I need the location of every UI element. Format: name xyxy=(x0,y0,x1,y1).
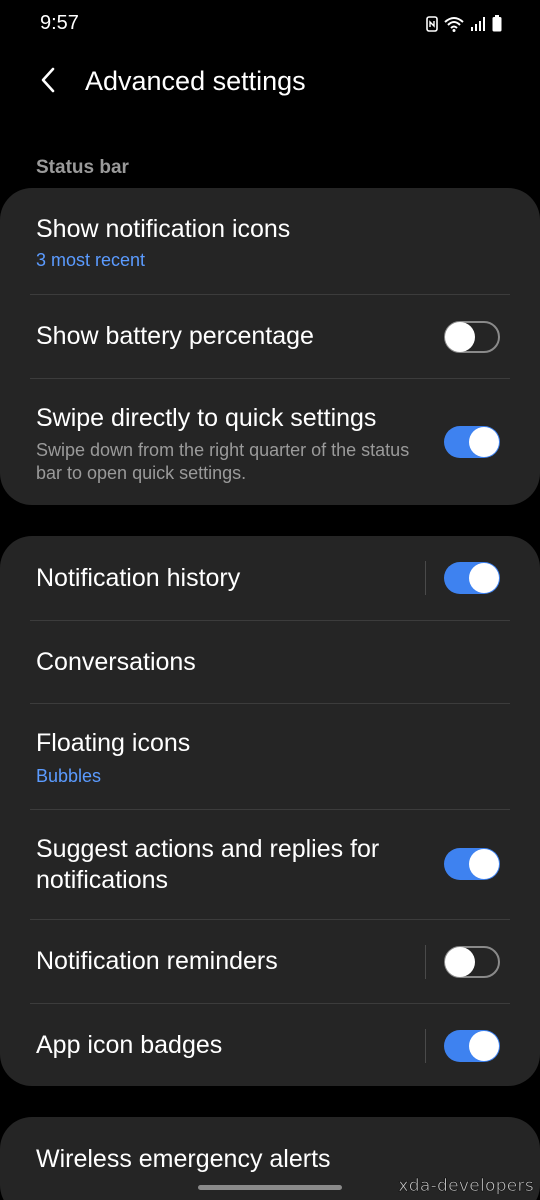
toggle-knob xyxy=(445,947,475,977)
setting-title: Show battery percentage xyxy=(36,322,314,350)
setting-title: Notification reminders xyxy=(36,947,278,975)
battery-percentage-toggle[interactable] xyxy=(444,321,500,353)
setting-subtitle: Bubbles xyxy=(36,766,102,786)
toggle-knob xyxy=(469,563,499,593)
vertical-separator xyxy=(425,1029,426,1063)
setting-title: Swipe directly to quick settings xyxy=(36,404,377,432)
notification-history-toggle[interactable] xyxy=(444,562,500,594)
battery-icon xyxy=(492,15,502,32)
toggle-knob xyxy=(469,427,499,457)
setting-show-notification-icons[interactable]: Show notification icons 3 most recent xyxy=(0,188,540,295)
back-button[interactable] xyxy=(30,62,66,102)
wifi-icon xyxy=(444,16,464,32)
setting-notification-history[interactable]: Notification history xyxy=(0,536,540,621)
setting-floating-icons[interactable]: Floating icons Bubbles xyxy=(0,704,540,810)
setting-suggest-actions[interactable]: Suggest actions and replies for notifica… xyxy=(0,810,540,920)
app-icon-badges-toggle[interactable] xyxy=(444,1030,500,1062)
setting-app-icon-badges[interactable]: App icon badges xyxy=(0,1004,540,1086)
vertical-separator xyxy=(425,945,426,979)
setting-notification-reminders[interactable]: Notification reminders xyxy=(0,920,540,1004)
toggle-knob xyxy=(469,1031,499,1061)
watermark: xda-developers xyxy=(398,1176,534,1197)
suggest-actions-toggle[interactable] xyxy=(444,848,500,880)
setting-description: Swipe down from the right quarter of the… xyxy=(36,440,410,483)
setting-title: App icon badges xyxy=(36,1031,223,1059)
signal-icon xyxy=(470,16,486,32)
nfc-icon xyxy=(426,16,438,32)
setting-swipe-quick-settings[interactable]: Swipe directly to quick settings Swipe d… xyxy=(0,379,540,505)
toggle-knob xyxy=(469,849,499,879)
chevron-left-icon xyxy=(39,66,57,99)
setting-title: Wireless emergency alerts xyxy=(36,1145,331,1173)
setting-title: Suggest actions and replies for notifica… xyxy=(36,835,380,894)
setting-show-battery-percentage[interactable]: Show battery percentage xyxy=(0,295,540,379)
swipe-quick-settings-toggle[interactable] xyxy=(444,426,500,458)
vertical-separator xyxy=(425,561,426,595)
setting-title: Notification history xyxy=(36,564,241,592)
notification-settings-card: Notification history Conversations Float… xyxy=(0,536,540,1086)
setting-title: Show notification icons xyxy=(36,215,291,243)
setting-title: Floating icons xyxy=(36,729,191,757)
section-label-status-bar: Status bar xyxy=(36,157,129,178)
app-header: Advanced settings xyxy=(0,56,540,112)
status-bar-settings-card: Show notification icons 3 most recent Sh… xyxy=(0,188,540,505)
status-time: 9:57 xyxy=(40,12,79,34)
toggle-knob xyxy=(445,322,475,352)
setting-conversations[interactable]: Conversations xyxy=(0,621,540,704)
status-bar: 9:57 xyxy=(0,0,540,48)
page-title: Advanced settings xyxy=(85,66,306,96)
notification-reminders-toggle[interactable] xyxy=(444,946,500,978)
status-icons xyxy=(426,14,502,32)
setting-title: Conversations xyxy=(36,648,196,676)
setting-subtitle: 3 most recent xyxy=(36,250,146,270)
navigation-handle[interactable] xyxy=(198,1185,342,1190)
